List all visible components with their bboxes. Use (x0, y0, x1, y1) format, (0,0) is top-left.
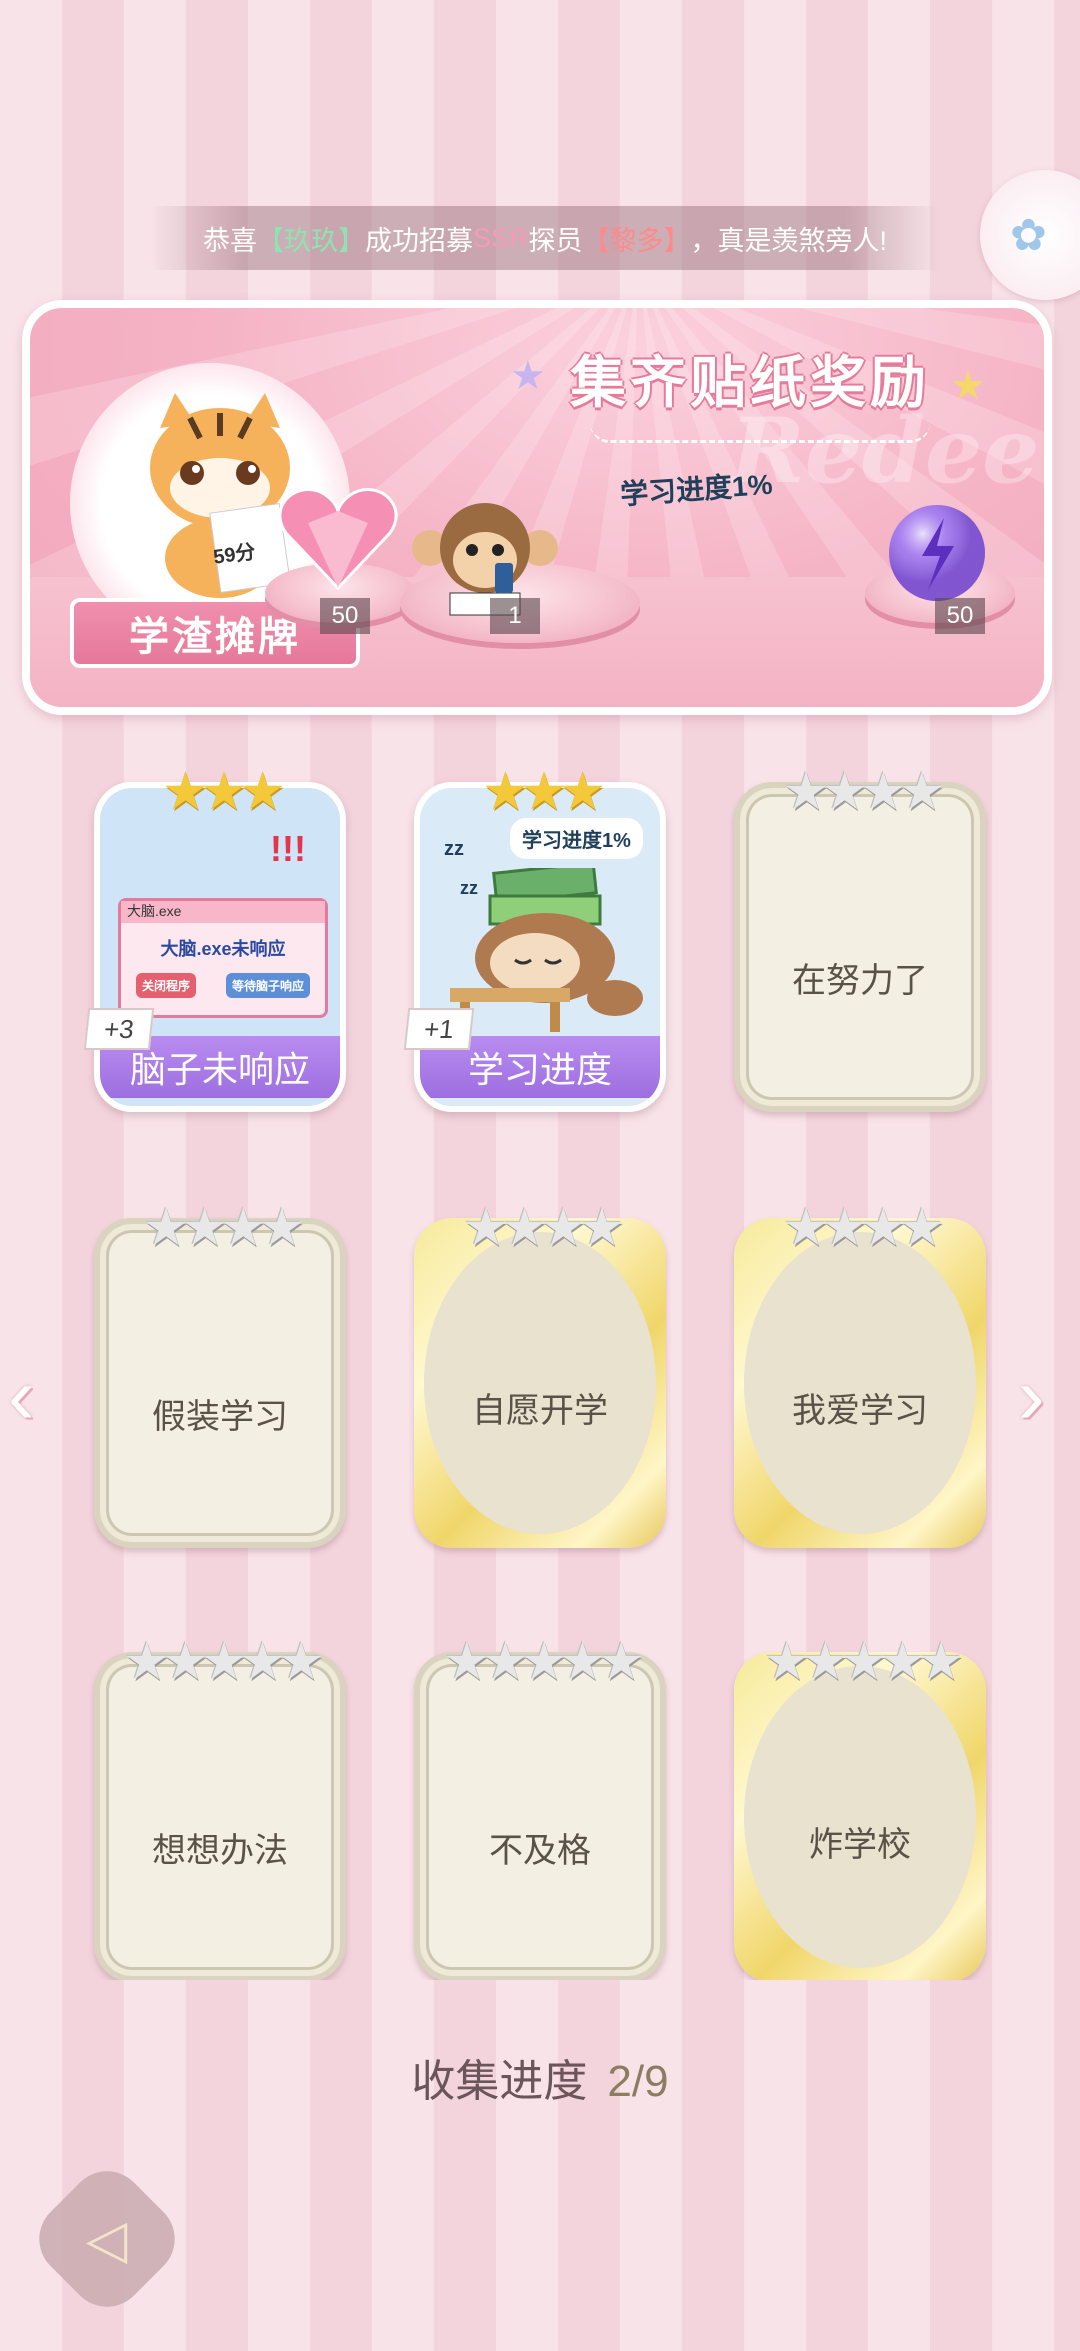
ticker-middle: 成功招募 (364, 225, 473, 256)
sticker-frame: 假装学习 (94, 1218, 346, 1548)
star-rating: ★★★★★ (763, 1633, 964, 1691)
sticker-card-locked[interactable]: 炸学校 ★★★★★ (734, 1632, 986, 1980)
close-program-button: 关闭程序 (135, 973, 196, 998)
sticker-name: 想想办法 (152, 1831, 288, 1871)
sticker-card-locked[interactable]: 我爱学习 ★★★★ (734, 1198, 986, 1548)
star-rating: ★★★★ (782, 1199, 945, 1257)
window-titlebar: 大脑.exe (121, 901, 325, 923)
sticker-name: 自愿开学 (472, 1391, 608, 1431)
sticker-card-locked[interactable]: 想想办法 ★★★★★ (94, 1632, 346, 1980)
error-window: 大脑.exe 大脑.exe未响应 关闭程序 等待脑子响应 (118, 898, 328, 1018)
wait-response-button: 等待脑子响应 (225, 973, 310, 998)
sticker-card-locked[interactable]: 假装学习 ★★★★ (94, 1198, 346, 1548)
star-rating: ★★★ (162, 763, 286, 821)
sticker-frame: 不及格 (414, 1652, 666, 1980)
duplicate-count: +1 (403, 1008, 475, 1050)
corner-menu-button[interactable]: ✿ (980, 170, 1080, 300)
sticker-name: 不及格 (489, 1831, 591, 1871)
title-underline (590, 423, 930, 443)
tiger-paper-score: 59分 (212, 541, 257, 569)
heart-gem-count: 50 (320, 598, 370, 634)
purple-orb-icon[interactable] (882, 498, 992, 608)
recruit-announcement-ticker: 恭喜 【玖玖】 成功招募 SSR 探员 【黎多】 ，真是羡煞旁人! (150, 206, 940, 270)
collection-reward-panel: Redeem ★ ★ 集齐贴纸奖励 59分 学渣摊牌 50 学习进度1% 1 (22, 300, 1052, 715)
star-rating: ★★★★★ (443, 1633, 644, 1691)
purple-orb-count: 50 (935, 598, 985, 634)
sticker-card-locked[interactable]: 自愿开学 ★★★★ (414, 1198, 666, 1548)
sticker-name: 炸学校 (809, 1825, 911, 1865)
sticker-row-clip: 想想办法 ★★★★★ 不及格 ★★★★★ 炸学校 ★★★★★ (0, 1620, 1080, 1980)
star-decoration-icon: ★ (510, 354, 546, 398)
sticker-frame: 学习进度1% zz zz 学习进度 (414, 782, 666, 1112)
sticker-frame: 在努力了 (734, 782, 986, 1112)
exclaim-icon: !!! (270, 828, 306, 869)
duplicate-count: +3 (83, 1008, 155, 1050)
star-rating: ★★★★ (142, 1199, 305, 1257)
sticker-card-locked[interactable]: 不及格 ★★★★★ (414, 1632, 666, 1980)
collection-progress: 收集进度 2/9 (0, 2045, 1080, 2109)
sticker-frame: 炸学校 (734, 1652, 986, 1980)
sticker-frame: 想想办法 (94, 1652, 346, 1980)
progress-value: 2/9 (607, 2057, 669, 2106)
sticker-frame: !!! 大脑.exe 大脑.exe未响应 关闭程序 等待脑子响应 脑子未响应 (94, 782, 346, 1112)
prev-page-chevron-icon[interactable]: ‹ (8, 1350, 35, 1442)
window-message: 大脑.exe未响应 (160, 939, 286, 959)
sticker-name: 假装学习 (152, 1397, 288, 1437)
star-rating: ★★★★ (462, 1199, 625, 1257)
next-page-chevron-icon[interactable]: › (1018, 1350, 1045, 1442)
ticker-rarity: SSR (472, 222, 529, 253)
back-arrow-icon: ◁ (86, 2209, 128, 2270)
sticker-name: 在努力了 (792, 961, 928, 1001)
sleep-z-icon: zz (444, 838, 464, 860)
star-rating: ★★★ (482, 763, 606, 821)
ticker-prefix: 恭喜 (202, 225, 257, 256)
speech-bubble: 学习进度1% (510, 818, 643, 859)
sticker-frame: 自愿开学 (414, 1218, 666, 1548)
ticker-role: 探员 (528, 225, 583, 256)
star-rating: ★★★★ (782, 763, 945, 821)
back-button[interactable]: ◁ (23, 2155, 191, 2323)
sticker-card-locked[interactable]: 在努力了 ★★★★ (734, 762, 986, 1112)
progress-label: 收集进度 (411, 2057, 588, 2106)
star-decoration-icon: ★ (950, 364, 986, 408)
sticker-frame: 我爱学习 (734, 1218, 986, 1548)
reward-title: 集齐贴纸奖励 (570, 351, 930, 414)
monkey-sticker-count: 1 (490, 598, 540, 634)
star-rating: ★★★★★ (123, 1633, 324, 1691)
ticker-suffix: ，真是羡煞旁人! (690, 225, 888, 256)
sticker-card[interactable]: !!! 大脑.exe 大脑.exe未响应 关闭程序 等待脑子响应 脑子未响应 ★… (83, 762, 346, 1112)
ticker-user: 【玖玖】 (256, 225, 365, 256)
sticker-card[interactable]: 学习进度1% zz zz 学习进度 ★★★ +1 (403, 762, 666, 1112)
heart-gem-icon[interactable] (278, 483, 398, 593)
ticker-recruit: 【黎多】 (582, 225, 691, 256)
sticker-name: 我爱学习 (792, 1391, 928, 1431)
pinwheel-icon: ✿ (1010, 211, 1047, 260)
